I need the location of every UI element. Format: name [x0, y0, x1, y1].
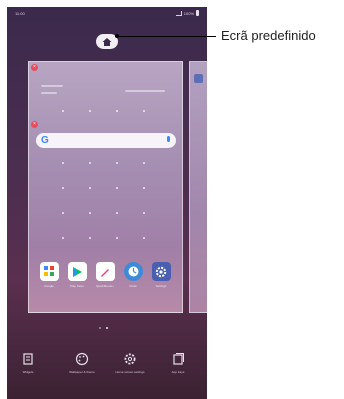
tool-label: Home screen settings	[115, 370, 145, 374]
tool-label: Widgets	[22, 370, 34, 374]
mic-icon[interactable]	[167, 136, 170, 142]
play-store-icon	[67, 262, 87, 281]
tool-label: App trays	[171, 370, 185, 374]
widgets-button[interactable]: Widgets	[10, 352, 46, 374]
home-icon	[102, 37, 112, 46]
quickmemo-icon	[95, 262, 115, 281]
tool-label: Wallpaper & theme	[69, 370, 95, 374]
phone-screen: 11:00 100% × × G Google Play Store Quick…	[7, 7, 207, 399]
app-label: Settings	[155, 284, 167, 288]
next-page-preview[interactable]	[189, 61, 207, 313]
app-clock[interactable]: Clock	[122, 262, 144, 288]
app-label: Google	[44, 284, 54, 288]
remove-search-widget-icon[interactable]: ×	[31, 121, 38, 128]
home-screen-settings-button[interactable]: Home screen settings	[112, 352, 148, 374]
battery-icon	[196, 10, 199, 16]
status-right: 100%	[175, 10, 199, 16]
app-settings[interactable]: Settings	[150, 262, 172, 288]
home-screen-preview[interactable]: × × G Google Play Store QuickMemo+ Clock…	[28, 61, 183, 313]
gear-icon	[124, 353, 136, 365]
page: 11:00 100% × × G Google Play Store Quick…	[0, 0, 344, 399]
app-icon	[194, 74, 203, 83]
app-play-store[interactable]: Play Store	[66, 262, 88, 288]
palette-icon	[75, 352, 89, 366]
wallpaper-theme-button[interactable]: Wallpaper & theme	[64, 352, 100, 374]
google-g-icon: G	[41, 135, 49, 146]
app-dock: Google Play Store QuickMemo+ Clock Setti…	[36, 262, 176, 296]
callout-label: Ecrã predefinido	[221, 28, 316, 43]
app-google[interactable]: Google	[38, 262, 60, 288]
page-indicator	[99, 327, 108, 329]
status-time: 11:00	[15, 11, 25, 16]
app-trays-button[interactable]: App trays	[160, 352, 196, 374]
page-dot[interactable]	[99, 327, 101, 329]
page-dot-active[interactable]	[106, 327, 108, 329]
widgets-icon	[23, 353, 33, 365]
callout-line	[117, 36, 216, 37]
google-search-widget[interactable]: G	[36, 133, 176, 148]
app-label: QuickMemo+	[96, 284, 114, 288]
app-quickmemo[interactable]: QuickMemo+	[94, 262, 116, 288]
status-bar: 11:00 100%	[7, 7, 207, 21]
settings-icon	[151, 262, 171, 281]
google-folder-icon	[39, 262, 59, 281]
signal-icon	[175, 10, 182, 16]
app-label: Clock	[129, 284, 137, 288]
edit-toolbar: Widgets Wallpaper & theme Home screen se…	[7, 352, 207, 392]
app-trays-icon	[173, 353, 184, 365]
battery-percent: 100%	[183, 10, 194, 16]
clock-icon	[123, 262, 143, 281]
app-label: Play Store	[70, 284, 84, 288]
